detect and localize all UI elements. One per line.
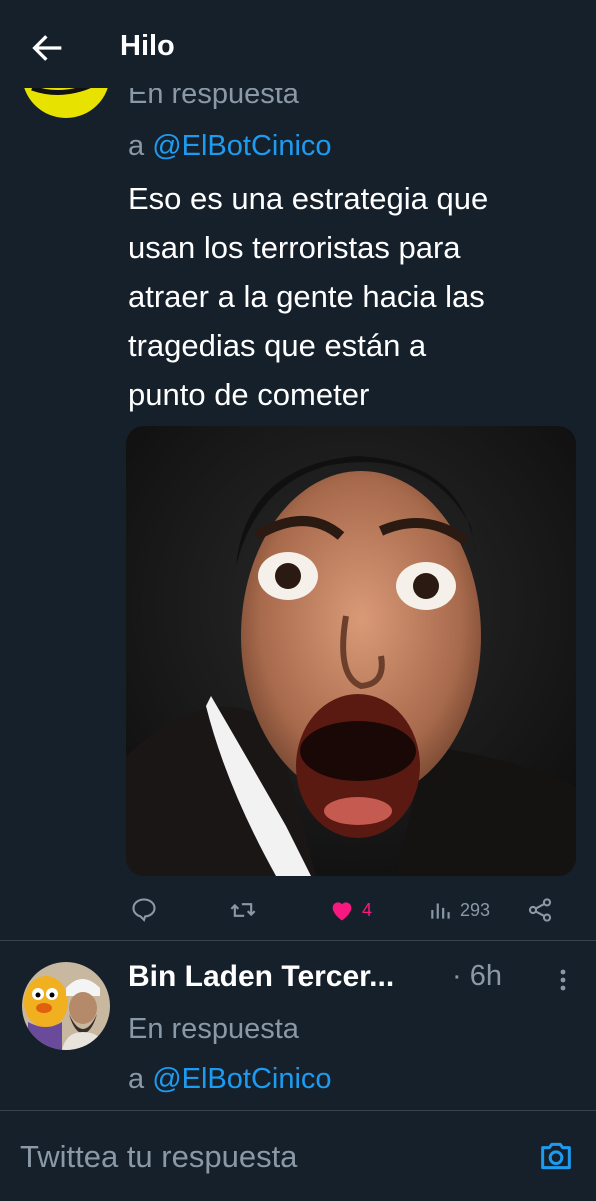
- tweet-text-line: usan los terroristas para: [128, 230, 461, 265]
- reply-context: En respuesta a @ElBotCinico: [128, 1004, 332, 1104]
- retweet-icon: [230, 903, 256, 917]
- back-button[interactable]: [28, 28, 68, 68]
- heart-filled-icon: [332, 902, 352, 921]
- more-vertical-icon: [560, 969, 566, 991]
- thread-content: En respuesta a @ElBotCinico Eso es una e…: [0, 0, 596, 1110]
- reply-to-prefix: a: [128, 1063, 153, 1095]
- reply-handle-link[interactable]: @ElBotCinico: [152, 130, 331, 162]
- page-title: Hilo: [120, 30, 175, 62]
- tweet-text-line: tragedias que están a: [128, 328, 427, 363]
- avatar-image: [22, 962, 110, 1050]
- share-icon: [528, 898, 552, 922]
- analytics-icon: [431, 903, 450, 919]
- tweet-actions: 4 293: [126, 890, 576, 930]
- camera-icon: [541, 1142, 571, 1170]
- reply-input[interactable]: [20, 1135, 500, 1179]
- reply-handle-link[interactable]: @ElBotCinico: [152, 1063, 331, 1095]
- tweet-text: Eso es una estrategia que usan los terro…: [128, 174, 568, 419]
- tweet-text-line: atraer a la gente hacia las: [128, 279, 485, 314]
- more-options-button[interactable]: [548, 962, 578, 1002]
- reply-button[interactable]: [130, 890, 158, 930]
- avatar[interactable]: [22, 962, 110, 1050]
- like-count: 4: [362, 899, 373, 920]
- tweet-timestamp[interactable]: · 6h: [452, 960, 502, 993]
- camera-button[interactable]: [536, 1136, 576, 1176]
- reply-to-prefix: a: [128, 130, 153, 162]
- share-button[interactable]: [526, 890, 554, 930]
- like-button[interactable]: 4: [328, 890, 372, 930]
- reply-to-line: a @ElBotCinico: [128, 120, 332, 172]
- reply-icon: [132, 898, 156, 922]
- tweet-author-name[interactable]: Bin Laden Tercer...: [128, 960, 394, 994]
- media-photo: [126, 426, 576, 876]
- arrow-left-icon: [32, 35, 62, 61]
- tweet-media-image[interactable]: [126, 426, 576, 876]
- retweet-button[interactable]: [228, 890, 258, 930]
- top-app-bar: Hilo: [0, 0, 596, 88]
- views-button[interactable]: 293: [428, 890, 490, 930]
- reply-prefix: En respuesta: [128, 1013, 299, 1045]
- tweet-divider: [0, 940, 596, 941]
- tweet-text-line: punto de cometer: [128, 377, 370, 412]
- view-count: 293: [460, 899, 491, 920]
- tweet-text-line: Eso es una estrategia que: [128, 181, 489, 216]
- reply-to-line: a @ElBotCinico: [128, 1054, 332, 1104]
- reply-composer: [0, 1110, 596, 1201]
